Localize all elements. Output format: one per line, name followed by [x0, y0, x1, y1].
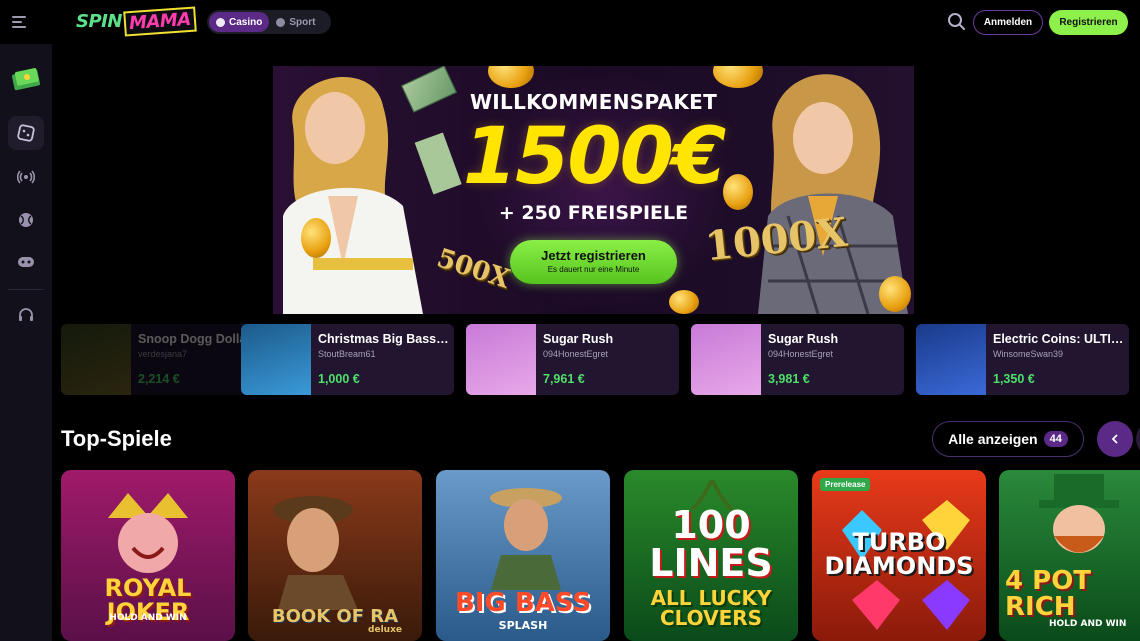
toggle-sport[interactable]: Sport — [269, 12, 322, 32]
winner-game-thumbnail — [241, 324, 311, 395]
game-title: 100 LINES — [649, 503, 773, 585]
logo-part-mama: MAMA — [123, 6, 197, 36]
register-button[interactable]: Registrieren — [1049, 10, 1128, 35]
gift-icon[interactable] — [10, 66, 42, 92]
search-icon[interactable] — [946, 11, 968, 33]
banner-cta-label: Jetzt registrieren — [541, 248, 646, 263]
game-title: 4 POT RICH — [1005, 566, 1092, 622]
game-card-turbo-diamonds[interactable]: Prerelease TURBO DIAMONDS — [812, 470, 986, 641]
winner-amount: 3,981 € — [768, 372, 810, 386]
gamepad-icon[interactable] — [8, 245, 44, 279]
game-title: BIG BASS — [454, 588, 592, 618]
winner-amount: 1,000 € — [318, 372, 360, 386]
winner-amount: 7,961 € — [543, 372, 585, 386]
dice-icon[interactable] — [8, 116, 44, 150]
banner-cta-sublabel: Es dauert nur eine Minute — [547, 265, 640, 274]
toggle-casino-label: Casino — [229, 16, 263, 28]
banner-free-spins: + 250 FREISPIELE — [498, 202, 689, 224]
game-card-4-pot-rich[interactable]: 4 POT RICH HOLD AND WIN — [999, 470, 1140, 641]
game-card-big-bass-splash[interactable]: BIG BASS SPLASH — [436, 470, 610, 641]
banner-title: WILLKOMMENSPAKET — [469, 90, 718, 114]
winner-game-thumbnail — [466, 324, 536, 395]
winner-game-thumbnail — [691, 324, 761, 395]
winner-game-name: Sugar Rush — [543, 332, 614, 346]
game-subtitle: deluxe — [368, 625, 402, 635]
welcome-banner[interactable]: 500X 1000X WILLKOMMENSPAKET 1500€ + 250 … — [273, 66, 914, 314]
game-subtitle: HOLD AND WIN — [1049, 619, 1127, 629]
banner-register-button[interactable]: Jetzt registrieren Es dauert nur eine Mi… — [510, 240, 677, 284]
game-card-royal-joker[interactable]: ROYAL JOKER HOLD AND WIN — [61, 470, 235, 641]
winner-game-thumbnail — [916, 324, 986, 395]
show-all-button[interactable]: Alle anzeigen 44 — [932, 421, 1084, 457]
top-games-title: Top-Spiele — [61, 426, 172, 451]
winner-username: 094HonestEgret — [543, 349, 609, 359]
sport-icon — [276, 17, 286, 27]
explorer-art — [273, 496, 358, 610]
fisherman-art — [490, 488, 562, 590]
game-title: TURBO DIAMONDS — [824, 528, 974, 580]
game-title: BOOK OF RA — [271, 606, 399, 627]
game-card-book-of-ra[interactable]: BOOK OF RA deluxe — [248, 470, 422, 641]
coin-decoration — [301, 218, 331, 258]
winner-game-thumbnail — [61, 324, 131, 395]
winner-amount: 2,214 € — [138, 372, 180, 386]
broadcast-icon[interactable] — [8, 160, 44, 194]
show-all-label: Alle anzeigen — [948, 431, 1038, 447]
winner-card[interactable]: Sugar Rush 094HonestEgret 3,981 € — [691, 324, 904, 395]
logo[interactable]: SPIN MAMA — [76, 4, 197, 38]
leprechaun-art — [1039, 474, 1119, 553]
winner-card[interactable]: Christmas Big Bass Bonanza StoutBream61 … — [241, 324, 454, 395]
toggle-sport-label: Sport — [289, 16, 316, 28]
top-header: SPIN MAMA Casino Sport Anmelden Registri… — [0, 0, 1140, 44]
chevron-left-icon — [1111, 434, 1118, 444]
carousel-next-button[interactable] — [1136, 421, 1140, 457]
show-all-count: 44 — [1043, 431, 1068, 447]
game-subtitle: SPLASH — [498, 619, 548, 632]
winner-game-name: Sugar Rush — [768, 332, 839, 346]
winner-username: WinsomeSwan39 — [993, 349, 1064, 359]
game-card-all-lucky-clovers[interactable]: 100 LINES ALL LUCKY CLOVERS — [624, 470, 798, 641]
winner-amount: 1,350 € — [993, 372, 1035, 386]
winner-card[interactable]: Electric Coins: ULTIMATE WinsomeSwan39 1… — [916, 324, 1129, 395]
casino-icon — [216, 17, 225, 27]
login-button[interactable]: Anmelden — [973, 10, 1043, 35]
game-subtitle: HOLD AND WIN — [109, 613, 187, 623]
recent-winners: Snoop Dogg Dollars verdesjana7 2,214 € C… — [61, 324, 1140, 395]
logo-part-spin: SPIN — [76, 10, 122, 32]
winner-username: verdesjana7 — [138, 349, 188, 359]
game-subtitle: ALL LUCKY CLOVERS — [650, 586, 772, 630]
carousel-prev-button[interactable] — [1097, 421, 1133, 457]
winner-card[interactable]: Sugar Rush 094HonestEgret 7,961 € — [466, 324, 679, 395]
casino-sport-toggle: Casino Sport — [207, 10, 331, 34]
headset-icon[interactable] — [8, 298, 44, 332]
winner-username: 094HonestEgret — [768, 349, 834, 359]
winner-game-name: Christmas Big Bass Bonanza — [318, 332, 450, 346]
ball-icon[interactable] — [8, 203, 44, 237]
coin-decoration — [879, 276, 911, 312]
toggle-casino[interactable]: Casino — [209, 12, 270, 32]
joker-art — [108, 493, 188, 573]
banner-amount: 1500€ — [462, 112, 726, 202]
winner-username: StoutBream61 — [318, 349, 376, 359]
coin-decoration — [669, 290, 699, 314]
sidebar — [0, 44, 52, 641]
menu-icon[interactable] — [12, 10, 36, 34]
sidebar-divider — [8, 289, 44, 290]
winner-game-name: Electric Coins: ULTIMATE — [993, 332, 1125, 346]
